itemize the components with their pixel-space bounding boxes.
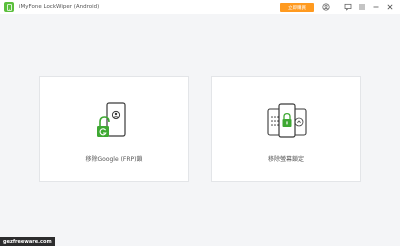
close-icon[interactable]	[386, 3, 394, 11]
app-logo-icon	[4, 2, 14, 12]
minimize-icon[interactable]	[372, 3, 380, 11]
remove-screen-lock-card[interactable]: 移除螢幕鎖定	[211, 76, 361, 182]
remove-screen-lock-label: 移除螢幕鎖定	[267, 156, 304, 163]
remove-google-frp-label: 移除Google (FRP)鎖	[85, 156, 143, 163]
phone-google-unlock-icon	[97, 102, 126, 137]
title-bar: iMyFone LockWiper (Android) 立即購買	[0, 0, 400, 14]
watermark: gezfreeware.com	[0, 237, 55, 246]
menu-icon[interactable]	[358, 3, 366, 11]
phones-screen-lock-icon	[267, 103, 307, 138]
remove-google-frp-card[interactable]: 移除Google (FRP)鎖	[39, 76, 189, 182]
app-title: iMyFone LockWiper (Android)	[19, 4, 100, 10]
buy-now-button[interactable]: 立即購買	[280, 3, 314, 12]
user-icon[interactable]	[322, 3, 330, 11]
feedback-icon[interactable]	[344, 3, 352, 11]
